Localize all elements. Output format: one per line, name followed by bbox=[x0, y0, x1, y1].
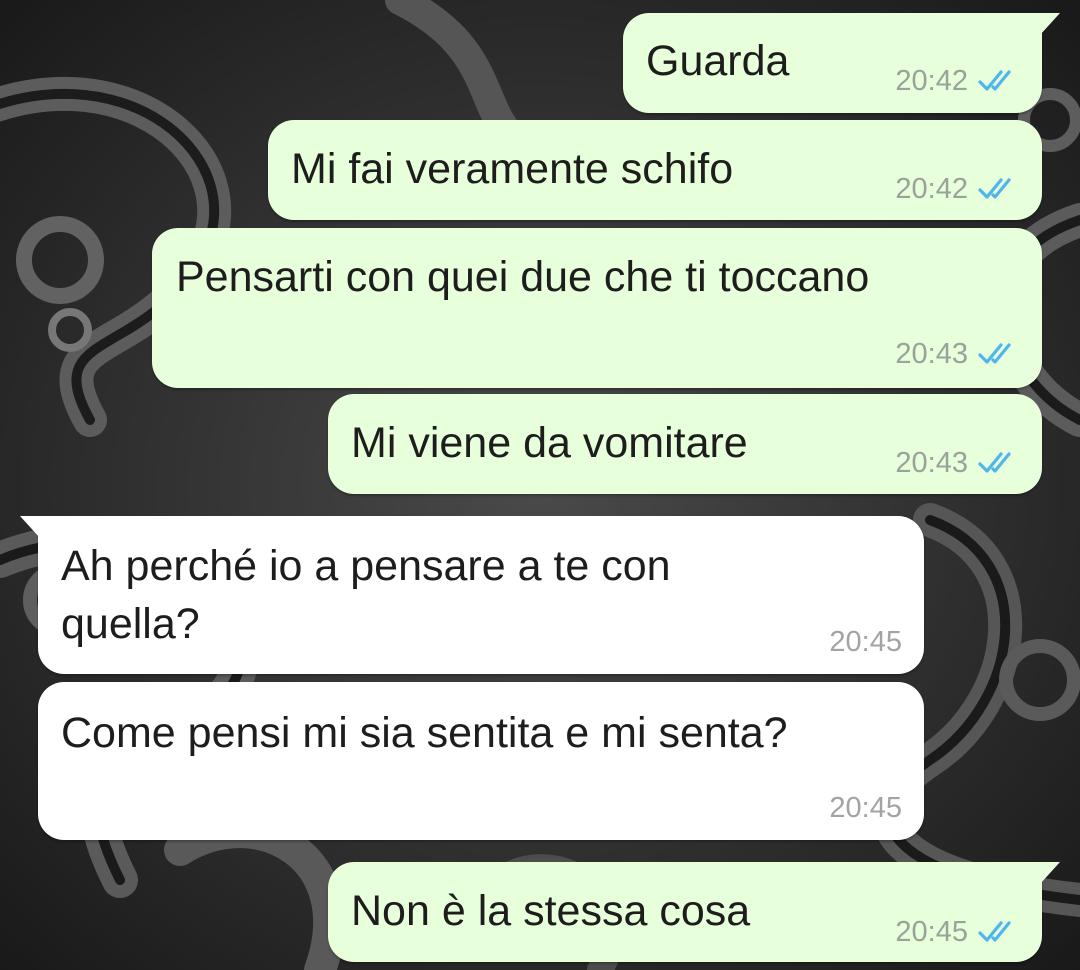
message-time: 20:43 bbox=[895, 447, 968, 479]
double-check-icon bbox=[978, 343, 1011, 364]
message-bubble-outgoing[interactable]: Guarda 20:42 bbox=[623, 13, 1060, 113]
double-check-icon bbox=[978, 70, 1011, 91]
message-bubble-outgoing[interactable]: Non è la stessa cosa 20:45 bbox=[328, 862, 1060, 962]
message-text: Non è la stessa cosa bbox=[351, 887, 751, 935]
message-text-line: Ah perché io a pensare a te con bbox=[61, 542, 671, 590]
message-time: 20:45 bbox=[895, 916, 968, 948]
message-bubble-outgoing[interactable]: Pensarti con quei due che ti toccano 20:… bbox=[152, 228, 1042, 388]
double-check-icon bbox=[978, 178, 1011, 199]
message-text: Pensarti con quei due che ti toccano bbox=[176, 253, 870, 301]
message-text: Come pensi mi sia sentita e mi senta? bbox=[61, 709, 788, 757]
double-check-icon bbox=[978, 921, 1011, 942]
bubble-tail bbox=[1040, 862, 1060, 884]
message-bubble-incoming[interactable]: Come pensi mi sia sentita e mi senta? 20… bbox=[38, 682, 924, 840]
bubble-tail bbox=[1040, 13, 1060, 35]
message-text: Mi viene da vomitare bbox=[351, 419, 748, 467]
bubble-tail bbox=[20, 516, 40, 538]
message-time: 20:42 bbox=[895, 65, 968, 97]
message-time: 20:45 bbox=[829, 792, 902, 824]
message-text-line: quella? bbox=[61, 600, 200, 648]
message-bubble-outgoing[interactable]: Mi fai veramente schifo 20:42 bbox=[268, 120, 1042, 220]
double-check-icon bbox=[978, 452, 1011, 473]
message-bubble-incoming[interactable]: Ah perché io a pensare a te con quella? … bbox=[20, 516, 924, 674]
message-text: Guarda bbox=[646, 37, 790, 85]
message-time: 20:42 bbox=[895, 173, 968, 205]
message-time: 20:45 bbox=[829, 626, 902, 658]
message-bubble-outgoing[interactable]: Mi viene da vomitare 20:43 bbox=[328, 394, 1042, 494]
message-time: 20:43 bbox=[895, 338, 968, 370]
message-text: Mi fai veramente schifo bbox=[291, 145, 734, 193]
